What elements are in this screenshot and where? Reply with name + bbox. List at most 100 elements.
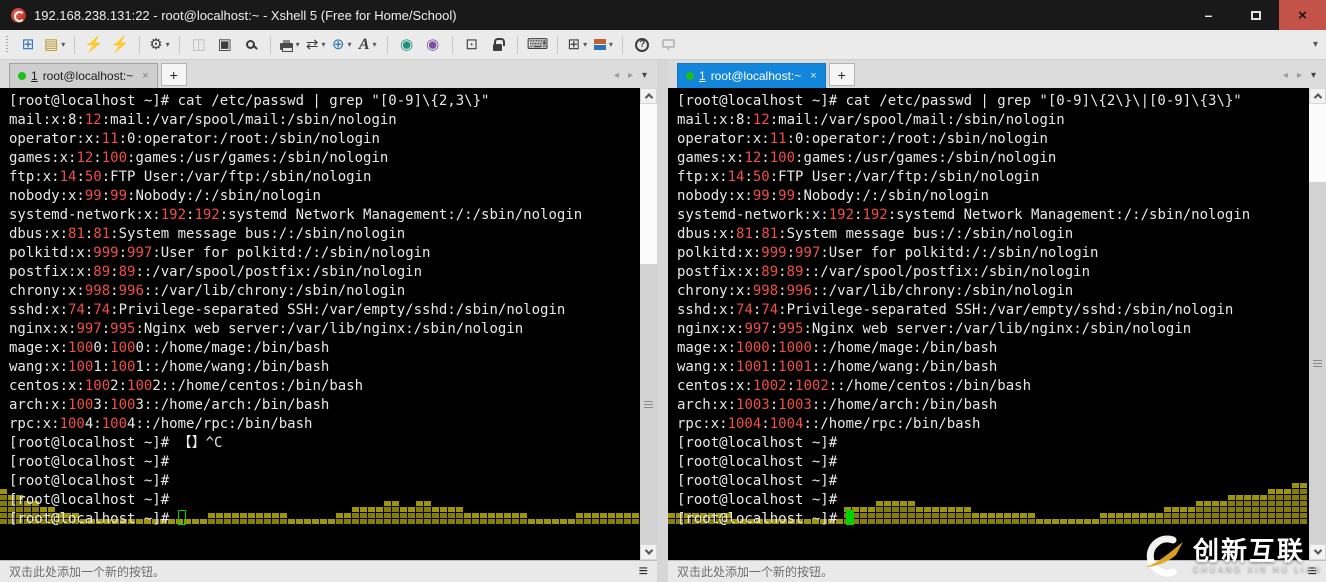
new-tab-button[interactable]: + [160, 63, 187, 86]
title-bar: 192.168.238.131:22 - root@localhost:~ - … [0, 0, 1326, 30]
font-button[interactable]: A ▾ [356, 33, 380, 57]
reconnect-button[interactable]: ⚡ [82, 33, 106, 57]
left-session-pane: 1 root@localhost:~ × + ◂ ▸ ▾ [root@local… [0, 60, 657, 582]
scrollbar-thumb[interactable] [1309, 182, 1326, 544]
left-terminal-scrollbar[interactable] [640, 88, 657, 560]
new-tab-button[interactable]: + [828, 63, 855, 86]
watermark-text: 创新互联 CHUANG XIN HU LIAN [1193, 538, 1322, 574]
tab-list-menu-icon[interactable]: ▾ [642, 70, 647, 81]
tab-scroll-right-icon[interactable]: ▸ [1297, 70, 1302, 81]
font-icon: A [358, 35, 370, 53]
file-transfer-button[interactable]: ⇄ ▾ [304, 33, 328, 57]
left-tab-root-localhost[interactable]: 1 root@localhost:~ × [9, 63, 158, 88]
terminal-line: centos:x:1002:1002::/home/centos:/bin/ba… [677, 378, 1032, 394]
terminal-line: arch:x:1003:1003::/home/arch:/bin/bash [677, 397, 998, 413]
fullscreen-button[interactable]: ⊡ [460, 33, 484, 57]
terminal-line: systemd-network:x:192:192:systemd Networ… [9, 207, 583, 223]
toolbar-separator [622, 35, 624, 54]
virtual-keyboard-button[interactable]: ⌨ [525, 33, 551, 57]
scrollbar-track[interactable] [640, 104, 657, 544]
open-session-icon: ▤ [44, 36, 59, 53]
quick-button-hint[interactable]: 双击此处添加一个新的按钮。 [677, 563, 833, 580]
xmanager-icon: ◉ [426, 36, 440, 53]
terminal-line: games:x:12:100:games:/usr/games:/sbin/no… [677, 150, 1057, 166]
paste-button[interactable]: ▣ [213, 33, 237, 57]
session-properties-icon: ⚙ [149, 36, 163, 53]
maximize-button[interactable] [1232, 0, 1279, 30]
toolbar-separator [451, 35, 453, 54]
left-tab-bar: 1 root@localhost:~ × + ◂ ▸ ▾ [0, 60, 657, 88]
terminal-line: nobody:x:99:99:Nobody:/:/sbin/nologin [9, 188, 321, 204]
help-button[interactable]: ? [630, 33, 654, 57]
print-button[interactable]: ▾ [278, 33, 302, 57]
terminal-line: centos:x:1002:1002::/home/centos:/bin/ba… [9, 378, 364, 394]
xagent-button[interactable]: ◉ [395, 33, 419, 57]
toolbar-overflow-icon[interactable]: ▾ [1313, 39, 1318, 50]
scroll-up-button[interactable] [640, 88, 657, 104]
quick-button-hint[interactable]: 双击此处添加一个新的按钮。 [9, 563, 165, 580]
new-session-icon: ⊞ [21, 36, 35, 53]
terminal-line: [root@localhost ~]# [677, 510, 1326, 529]
lock-screen-button[interactable] [486, 33, 510, 57]
dropdown-arrow-icon[interactable]: ▾ [296, 40, 300, 49]
terminal-right[interactable]: [root@localhost ~]# cat /etc/passwd | gr… [668, 88, 1326, 560]
tab-label: root@localhost:~ [42, 69, 134, 83]
tab-scroll-left-icon[interactable]: ◂ [614, 70, 619, 81]
right-terminal-scrollbar[interactable] [1309, 88, 1326, 560]
terminal-line: operator:x:11:0:operator:/root:/sbin/nol… [9, 131, 380, 147]
dropdown-arrow-icon[interactable]: ▾ [583, 40, 587, 49]
feedback-button [656, 33, 680, 57]
scroll-down-button[interactable] [640, 544, 657, 560]
pane-splitter[interactable] [657, 60, 668, 582]
dropdown-arrow-icon[interactable]: ▾ [61, 40, 65, 49]
tab-scroll-left-icon[interactable]: ◂ [1283, 70, 1288, 81]
session-properties-button[interactable]: ⚙ ▾ [147, 33, 171, 57]
tab-index: 1 [31, 69, 38, 83]
terminal-line: rpc:x:1004:1004::/home/rpc:/bin/bash [9, 416, 313, 432]
maximize-icon [1250, 10, 1261, 20]
terminal-line: mail:x:8:12:mail:/var/spool/mail:/sbin/n… [677, 112, 1065, 128]
right-tab-root-localhost[interactable]: 1 root@localhost:~ × [677, 63, 826, 88]
web-browser-button[interactable]: ⊕ ▾ [330, 33, 354, 57]
xmanager-button[interactable]: ◉ [421, 33, 445, 57]
new-session-button[interactable]: ⊞ [16, 33, 40, 57]
terminal-line: [root@localhost ~]# [677, 473, 838, 489]
dropdown-arrow-icon[interactable]: ▾ [321, 40, 325, 49]
dropdown-arrow-icon[interactable]: ▾ [609, 40, 613, 49]
terminal-line: [root@localhost ~]# cat /etc/passwd | gr… [677, 93, 1242, 109]
terminal-line: polkitd:x:999:997:User for polkitd:/:/sb… [9, 245, 431, 261]
scrollbar-thumb[interactable] [640, 264, 657, 544]
tab-list-menu-icon[interactable]: ▾ [1311, 70, 1316, 81]
terminal-left[interactable]: [root@localhost ~]# cat /etc/passwd | gr… [0, 88, 657, 560]
find-button[interactable] [239, 33, 263, 57]
find-icon [246, 40, 256, 49]
tab-close-icon[interactable]: × [810, 70, 816, 82]
xshell-window: 192.168.238.131:22 - root@localhost:~ - … [0, 0, 1326, 582]
minimize-button[interactable]: – [1185, 0, 1232, 30]
scrollbar-grip-icon [644, 404, 653, 405]
terminal-line: ftp:x:14:50:FTP User:/var/ftp:/sbin/nolo… [9, 169, 372, 185]
scrollbar-track[interactable] [1309, 104, 1326, 544]
lock-screen-icon [493, 38, 506, 51]
terminal-line: wang:x:1001:1001::/home/wang:/bin/bash [9, 359, 330, 375]
xshell-logo-icon [11, 7, 26, 23]
close-button[interactable]: × [1279, 0, 1326, 30]
tab-scroll-right-icon[interactable]: ▸ [628, 70, 633, 81]
tab-close-icon[interactable]: × [142, 70, 148, 82]
right-session-pane: 1 root@localhost:~ × + ◂ ▸ ▾ [root@local… [668, 60, 1326, 582]
terminal-output: [root@localhost ~]# cat /etc/passwd | gr… [0, 88, 657, 529]
scroll-up-button[interactable] [1309, 88, 1326, 104]
dropdown-arrow-icon[interactable]: ▾ [166, 40, 170, 49]
quick-button-menu-icon[interactable]: ≡ [639, 563, 648, 581]
terminal-line: [root@localhost ~]# [9, 492, 170, 508]
layout-button[interactable]: ▾ [591, 33, 615, 57]
dropdown-arrow-icon[interactable]: ▾ [347, 40, 351, 49]
window-title: 192.168.238.131:22 - root@localhost:~ - … [34, 7, 457, 23]
open-session-button[interactable]: ▤ ▾ [42, 33, 67, 57]
session-connected-dot [18, 72, 26, 80]
terminal-cursor [177, 510, 186, 525]
scrollbar-grip-icon [1313, 363, 1322, 364]
dropdown-arrow-icon[interactable]: ▾ [373, 40, 377, 49]
toolbar-grip-handle[interactable] [6, 35, 8, 54]
new-terminal-button[interactable]: ⊞ ▾ [565, 33, 589, 57]
